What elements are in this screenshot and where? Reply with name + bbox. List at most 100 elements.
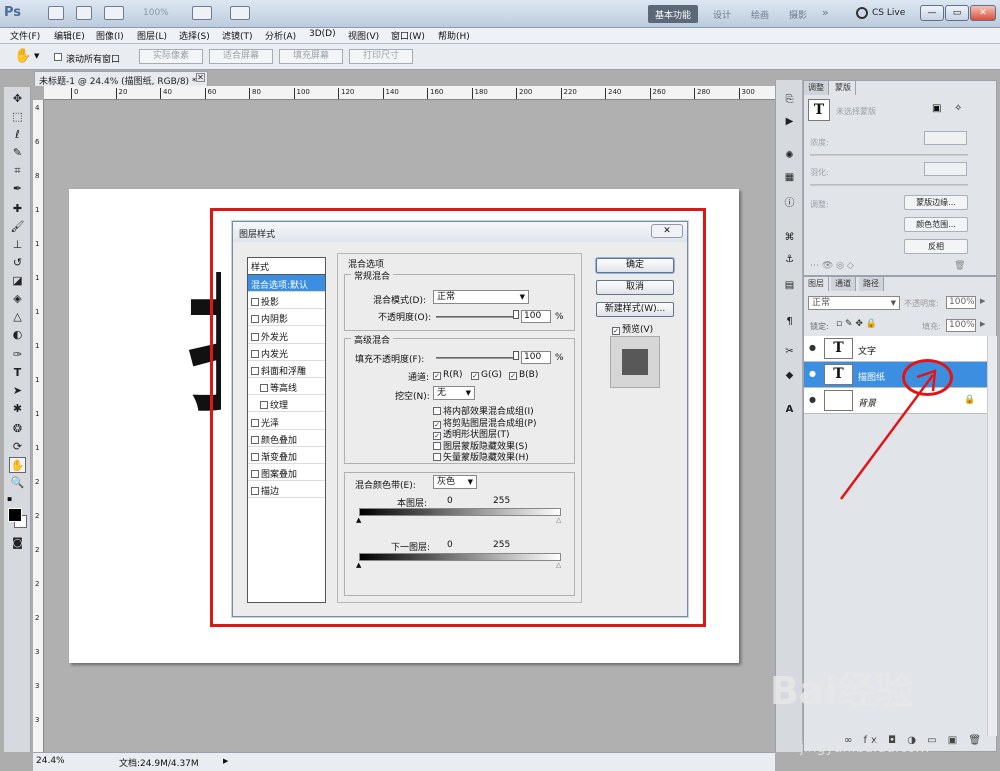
marquee-tool-icon[interactable]: ⬚ [9, 109, 26, 125]
layer-opacity-input[interactable]: 100% [946, 296, 976, 309]
hand-tool-icon[interactable]: ✋ [9, 457, 26, 473]
view-extras-icon[interactable] [104, 6, 124, 20]
type-tool-icon[interactable]: T [9, 365, 26, 381]
menu-select[interactable]: 选择(S) [179, 29, 210, 42]
menu-filter[interactable]: 滤镜(T) [222, 29, 253, 42]
vector-mask-icon[interactable]: ✧ [954, 103, 962, 114]
lock-icons[interactable]: ▫ ✎ ✥ 🔒 [836, 319, 877, 329]
tool-presets-icon[interactable]: ✂ [782, 346, 797, 360]
fill-arrow-icon[interactable]: ▶ [980, 320, 985, 328]
bridge-icon[interactable] [48, 6, 64, 20]
tab-masks[interactable]: 蒙版 [831, 81, 856, 95]
pen-tool-icon[interactable]: ✑ [9, 347, 26, 363]
mini-bridge-icon[interactable] [76, 6, 92, 20]
scroll-all-windows-checkbox[interactable] [54, 52, 64, 63]
layers-scrollbar[interactable] [987, 336, 997, 736]
fit-screen-button[interactable]: 适合屏幕 [209, 49, 273, 64]
minimize-button[interactable]: — [920, 5, 944, 21]
3d-orbit-tool-icon[interactable]: ⟳ [9, 439, 26, 455]
eye-icon[interactable]: ● [807, 343, 818, 354]
arrange-documents-icon[interactable] [192, 6, 212, 20]
actions-panel-icon[interactable]: ▶ [782, 116, 797, 130]
pixel-mask-icon[interactable]: ▣ [932, 103, 941, 114]
swatches-panel-icon[interactable]: ▦ [782, 172, 797, 186]
blur-tool-icon[interactable]: △ [9, 309, 26, 325]
screen-mode-icon[interactable] [230, 6, 250, 20]
brush-tool-icon[interactable]: 🖌 [9, 219, 26, 235]
tab-adjustments[interactable]: 调整 [804, 81, 829, 95]
tab-paths[interactable]: 路径 [859, 277, 884, 291]
tab-channels[interactable]: 通道 [831, 277, 856, 291]
paint-bucket-tool-icon[interactable]: ◈ [9, 291, 26, 307]
mask-delete-icon[interactable]: 🗑 [954, 261, 965, 271]
cs-live-label[interactable]: CS Live [872, 8, 905, 18]
hand-tool-icon[interactable]: ✋ [14, 48, 31, 64]
color-range-button[interactable]: 颜色范围... [904, 217, 968, 232]
layer-blend-mode-select[interactable]: 正常 ▼ [808, 296, 900, 310]
tab-layers[interactable]: 图层 [804, 277, 829, 291]
close-document-icon[interactable]: ✕ [196, 73, 205, 82]
character-panel-icon[interactable]: A [782, 404, 797, 418]
restore-button[interactable]: ▭ [945, 5, 969, 21]
menu-layer[interactable]: 图层(L) [137, 29, 167, 42]
eye-icon[interactable]: ● [807, 395, 818, 406]
cs-live-icon[interactable] [856, 7, 868, 19]
dodge-tool-icon[interactable]: ◐ [9, 327, 26, 343]
workspace-photography[interactable]: 摄影 [782, 5, 814, 23]
menu-analysis[interactable]: 分析(A) [265, 29, 296, 42]
actual-pixels-button[interactable]: 实际像素 [139, 49, 203, 64]
menu-3d[interactable]: 3D(D) [309, 29, 336, 39]
stamp-tool-icon[interactable]: ⊥ [9, 237, 26, 253]
shape-tool-icon[interactable]: ✱ [9, 401, 26, 417]
close-window-button[interactable]: ✕ [970, 5, 996, 21]
styles-panel-icon[interactable]: ▤ [782, 280, 797, 294]
crop-tool-icon[interactable]: ⌗ [9, 163, 26, 179]
lasso-tool-icon[interactable]: ℓ [9, 127, 26, 143]
menu-window[interactable]: 窗口(W) [391, 29, 425, 42]
tool-preset-arrow-icon[interactable]: ▼ [34, 52, 39, 60]
3d-panel-icon[interactable]: ◆ [782, 370, 797, 384]
workspace-essentials[interactable]: 基本功能 [648, 5, 699, 23]
foreground-color-swatch[interactable] [8, 508, 22, 522]
move-tool-icon[interactable]: ✥ [9, 91, 26, 107]
layer-row[interactable]: ● T 文字 [804, 336, 987, 362]
path-select-tool-icon[interactable]: ➤ [9, 383, 26, 399]
zoom-tool-icon[interactable]: 🔍 [9, 475, 26, 491]
spot-heal-tool-icon[interactable]: ✚ [9, 201, 26, 217]
eye-icon[interactable]: ● [807, 369, 818, 380]
mask-edge-button[interactable]: 蒙版边缘... [904, 195, 968, 210]
layer-name[interactable]: 文字 [858, 344, 876, 357]
print-size-button[interactable]: 打印尺寸 [349, 49, 413, 64]
fill-screen-button[interactable]: 填充屏幕 [279, 49, 343, 64]
info-panel-icon[interactable]: ⓘ [782, 194, 797, 209]
eyedropper-tool-icon[interactable]: ✒ [9, 181, 26, 197]
menu-edit[interactable]: 编辑(E) [54, 29, 85, 42]
menu-help[interactable]: 帮助(H) [438, 29, 470, 42]
menu-file[interactable]: 文件(F) [10, 29, 40, 42]
feather-slider[interactable] [810, 184, 968, 186]
eraser-tool-icon[interactable]: ◪ [9, 273, 26, 289]
history-brush-tool-icon[interactable]: ↺ [9, 255, 26, 271]
status-menu-arrow-icon[interactable]: ▶ [223, 757, 228, 765]
workspace-design[interactable]: 设计 [706, 5, 738, 23]
clone-source-icon[interactable]: ⚓ [782, 254, 797, 268]
brush-panel-icon[interactable]: ⌘ [782, 232, 797, 246]
history-panel-icon[interactable]: ⎘ [782, 94, 797, 108]
quick-mask-icon[interactable]: ◙ [9, 535, 26, 551]
feather-field[interactable] [924, 162, 967, 176]
workspace-painting[interactable]: 绘画 [744, 5, 776, 23]
fill-input[interactable]: 100% [946, 319, 976, 332]
paragraph-panel-icon[interactable]: ¶ [782, 316, 797, 330]
invert-button[interactable]: 反相 [904, 239, 968, 254]
quick-select-tool-icon[interactable]: ✎ [9, 145, 26, 161]
workspace-more-button[interactable]: » [815, 3, 836, 21]
menu-view[interactable]: 视图(V) [348, 29, 379, 42]
zoom-level-dropdown[interactable]: 100% [143, 8, 169, 18]
density-slider[interactable] [810, 154, 968, 156]
layer-opacity-arrow-icon[interactable]: ▶ [980, 297, 985, 305]
mask-footer-icons[interactable]: ⋯ 👁 ◎ ◇ [810, 261, 854, 271]
status-zoom[interactable]: 24.4% [36, 756, 65, 766]
density-field[interactable] [924, 131, 967, 145]
document-tab[interactable]: 未标题-1 @ 24.4% (描图纸, RGB/8) * ✕ [34, 71, 208, 87]
3d-rotate-tool-icon[interactable]: ❂ [9, 421, 26, 437]
